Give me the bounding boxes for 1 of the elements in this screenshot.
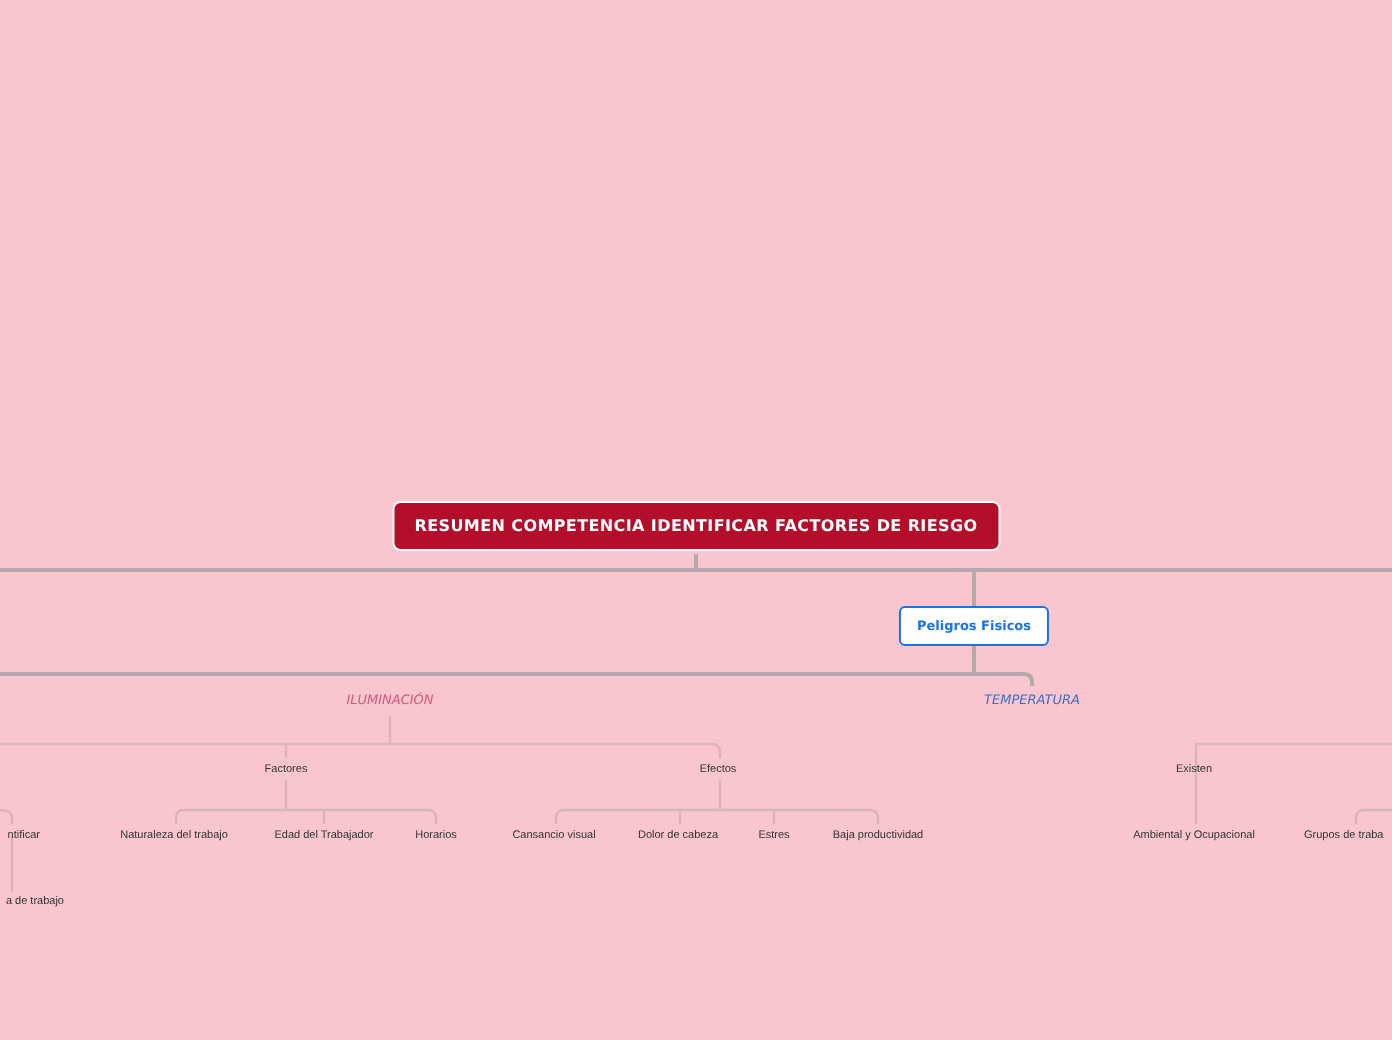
central-topic[interactable]: RESUMEN COMPETENCIA IDENTIFICAR FACTORES DE RIESGO: [392, 501, 1000, 551]
